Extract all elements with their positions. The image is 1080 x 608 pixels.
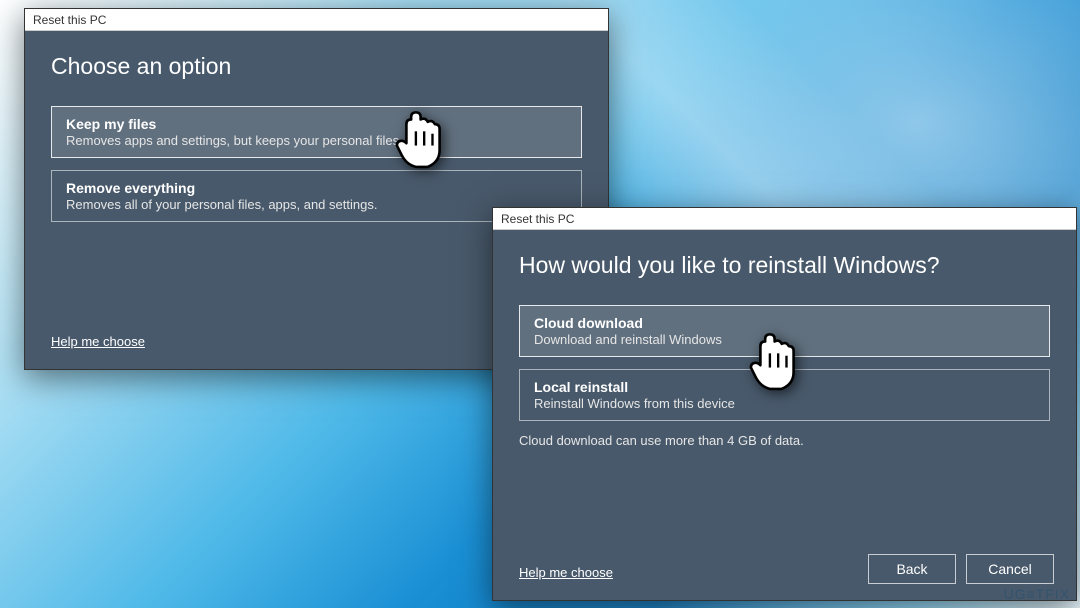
option-desc: Download and reinstall Windows (534, 332, 1035, 347)
cancel-button[interactable]: Cancel (966, 554, 1054, 584)
option-desc: Reinstall Windows from this device (534, 396, 1035, 411)
option-desc: Removes apps and settings, but keeps you… (66, 133, 567, 148)
dialog-button-row: Back Cancel (868, 554, 1054, 584)
option-title: Cloud download (534, 315, 1035, 331)
option-keep-my-files[interactable]: Keep my files Removes apps and settings,… (51, 106, 582, 158)
dialog-title: Reset this PC (33, 13, 106, 27)
help-me-choose-link[interactable]: Help me choose (51, 334, 145, 349)
reset-pc-dialog-step2: Reset this PC How would you like to rein… (492, 207, 1077, 601)
back-button[interactable]: Back (868, 554, 956, 584)
watermark: UG≡TFIX (1004, 586, 1071, 602)
option-title: Remove everything (66, 180, 567, 196)
dialog-titlebar: Reset this PC (25, 9, 608, 31)
help-me-choose-link[interactable]: Help me choose (519, 565, 613, 580)
option-title: Keep my files (66, 116, 567, 132)
option-cloud-download[interactable]: Cloud download Download and reinstall Wi… (519, 305, 1050, 357)
dialog-titlebar: Reset this PC (493, 208, 1076, 230)
dialog-heading: How would you like to reinstall Windows? (519, 252, 1050, 279)
option-local-reinstall[interactable]: Local reinstall Reinstall Windows from t… (519, 369, 1050, 421)
dialog-title: Reset this PC (501, 212, 574, 226)
data-usage-note: Cloud download can use more than 4 GB of… (519, 433, 1050, 448)
option-title: Local reinstall (534, 379, 1035, 395)
dialog-heading: Choose an option (51, 53, 582, 80)
